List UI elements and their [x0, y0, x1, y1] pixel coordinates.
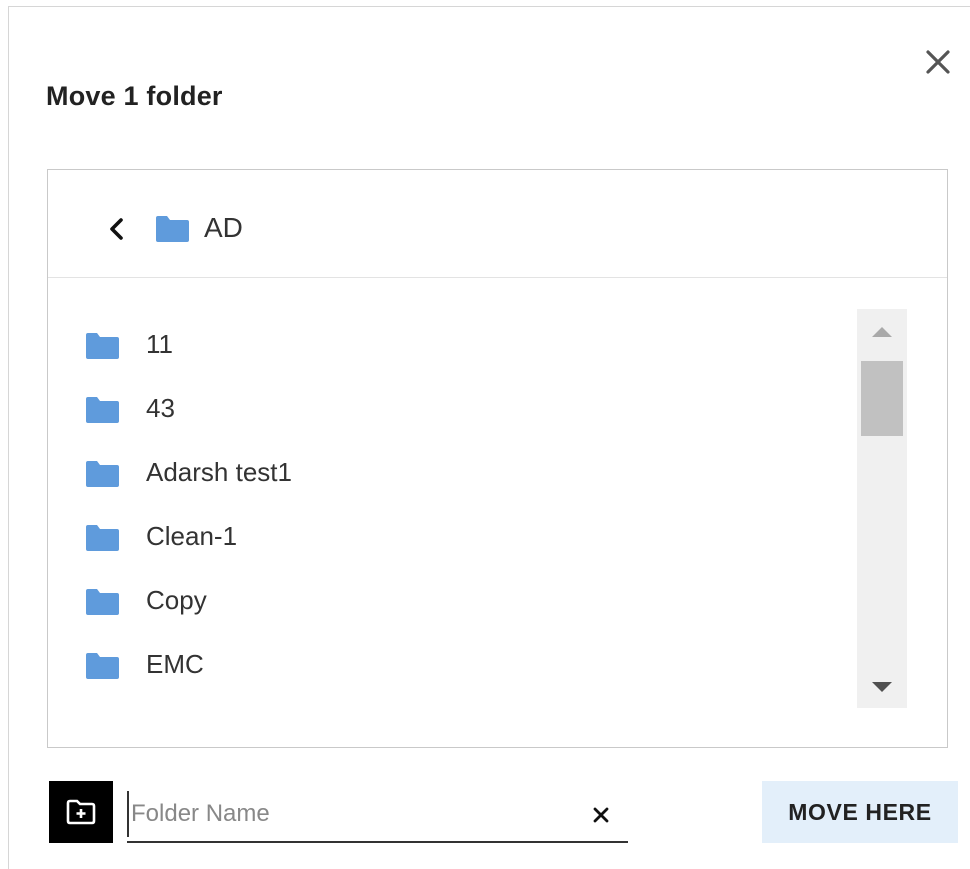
- folder-picker: AD 11 43 Adarsh test1 Clean-1 Copy EMC: [47, 169, 948, 748]
- folder-row[interactable]: Clean-1: [86, 513, 686, 559]
- folder-icon: [86, 397, 119, 423]
- folder-row[interactable]: Adarsh test1: [86, 449, 686, 495]
- clear-input-button[interactable]: [589, 803, 613, 827]
- folder-name-input[interactable]: [127, 791, 573, 837]
- move-dialog: Move 1 folder AD 11 43 Adarsh test1 Clea…: [8, 6, 970, 869]
- folder-row[interactable]: 43: [86, 385, 686, 431]
- close-icon: [926, 50, 950, 74]
- folder-icon: [86, 461, 119, 487]
- folder-icon: [86, 589, 119, 615]
- folder-name: Copy: [146, 585, 207, 615]
- folder-row[interactable]: Copy: [86, 577, 686, 623]
- scrollbar-thumb[interactable]: [861, 361, 903, 436]
- close-icon: [593, 807, 609, 823]
- folder-list: 11 43 Adarsh test1 Clean-1 Copy EMC: [48, 278, 848, 698]
- folder-name: 11: [146, 329, 173, 359]
- folder-name: 43: [146, 393, 175, 423]
- folder-icon: [156, 216, 189, 242]
- folder-row[interactable]: 11: [86, 321, 686, 367]
- picker-header: AD: [48, 170, 947, 278]
- new-folder-button[interactable]: [49, 781, 113, 843]
- folder-row[interactable]: EMC: [86, 641, 686, 687]
- move-here-button[interactable]: MOVE HERE: [762, 781, 958, 843]
- folder-icon: [86, 653, 119, 679]
- folder-name: Adarsh test1: [146, 457, 292, 487]
- back-button[interactable]: [104, 214, 128, 244]
- triangle-up-icon: [872, 327, 892, 337]
- scrollbar[interactable]: [857, 309, 907, 708]
- triangle-down-icon: [872, 682, 892, 692]
- new-folder-icon: [66, 799, 96, 825]
- chevron-left-icon: [110, 218, 123, 240]
- close-button[interactable]: [923, 47, 953, 77]
- dialog-title: Move 1 folder: [46, 81, 223, 111]
- scroll-up-button[interactable]: [857, 309, 907, 351]
- folder-name: EMC: [146, 649, 204, 679]
- folder-icon: [86, 525, 119, 551]
- scroll-down-button[interactable]: [857, 664, 907, 708]
- current-folder-label: AD: [204, 212, 243, 243]
- folder-name: Clean-1: [146, 521, 238, 551]
- folder-icon: [86, 333, 119, 359]
- folder-name-field: [127, 785, 628, 843]
